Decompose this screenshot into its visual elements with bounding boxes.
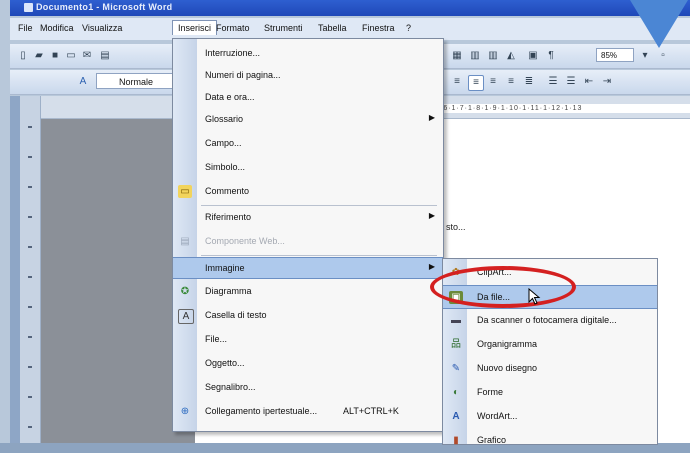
highlight-ellipse: [430, 266, 576, 308]
numbering-icon[interactable]: ☰: [546, 75, 560, 89]
shapes-icon: ◐: [452, 387, 460, 398]
insert-menu: Interruzione... Numeri di pagina... Data…: [172, 38, 444, 432]
save-icon[interactable]: ■: [48, 49, 62, 63]
styles-pane-icon[interactable]: A: [76, 75, 90, 89]
align-left-icon[interactable]: ≡: [450, 75, 464, 89]
menu-separator: [201, 255, 437, 256]
align-justify-icon[interactable]: ≡: [468, 75, 484, 91]
menu-item-simbolo[interactable]: Simbolo...: [173, 157, 443, 179]
bullets-icon[interactable]: ☰: [564, 75, 578, 89]
submenu-arrow-icon: ▶: [428, 262, 435, 271]
document-map-icon[interactable]: ▣: [526, 49, 540, 63]
menu-item-glossario[interactable]: Glossario ▶: [173, 109, 443, 131]
menu-item-campo[interactable]: Campo...: [173, 133, 443, 155]
permission-icon[interactable]: ▭: [64, 49, 78, 63]
scanner-icon: ▬: [451, 315, 461, 326]
menu-inserisci[interactable]: Inserisci: [172, 20, 218, 35]
menu-item-segnalibro[interactable]: Segnalibro...: [173, 377, 443, 399]
menu-separator: [201, 205, 437, 206]
menu-item-commento[interactable]: ▭ Commento: [173, 181, 443, 203]
menu-item-componente-web: ▤ Componente Web...: [173, 231, 443, 253]
menu-item-immagine[interactable]: Immagine ▶: [173, 257, 443, 279]
menu-strumenti[interactable]: Strumenti: [264, 23, 303, 33]
menu-item-casella-testo[interactable]: A Casella di testo: [173, 305, 443, 327]
chart-icon: ▮: [453, 435, 459, 446]
menu-item-diagramma[interactable]: ✪ Diagramma: [173, 281, 443, 303]
web-component-icon: ▤: [180, 236, 190, 247]
increase-indent-icon[interactable]: ⇥: [600, 75, 614, 89]
drawing-icon[interactable]: ◭: [504, 49, 518, 63]
diagram-icon: ✪: [180, 286, 190, 297]
document-text: sto...: [446, 222, 466, 232]
decrease-indent-icon[interactable]: ⇤: [582, 75, 596, 89]
menu-modifica[interactable]: Modifica: [40, 23, 74, 33]
mouse-pointer-icon: [528, 288, 541, 305]
hyperlink-icon: ⊕: [180, 406, 190, 417]
menu-item-riferimento[interactable]: Riferimento ▶: [173, 207, 443, 229]
menu-finestra[interactable]: Finestra: [362, 23, 395, 33]
menu-item-data-ora[interactable]: Data e ora...: [173, 87, 443, 109]
table-icon[interactable]: ▦: [450, 49, 464, 63]
print-icon[interactable]: ▤: [98, 49, 112, 63]
textbox-icon: A: [178, 309, 194, 324]
menu-help[interactable]: ?: [406, 23, 411, 33]
wordart-icon: A: [452, 411, 460, 422]
menu-file[interactable]: File: [18, 23, 33, 33]
align-right-icon[interactable]: ≡: [504, 75, 518, 89]
ruler-marks: ·6·1·7·1·8·1·9·1·10·1·11·1·12·1·13: [440, 104, 690, 113]
menu-tabella[interactable]: Tabella: [318, 23, 347, 33]
menu-item-file[interactable]: File...: [173, 329, 443, 351]
word-app-icon: [24, 3, 33, 12]
excel-icon[interactable]: ▥: [468, 49, 482, 63]
menu-formato[interactable]: Formato: [216, 23, 250, 33]
style-value: Normale: [119, 77, 154, 87]
line-spacing-icon[interactable]: ≣: [522, 75, 536, 89]
submenu-arrow-icon: ▶: [428, 113, 435, 122]
email-icon[interactable]: ✉: [80, 49, 94, 63]
left-window-edge: [10, 96, 20, 443]
menu-bar: File Modifica Visualizza Inserisci Forma…: [10, 18, 690, 40]
title-bar: Documento1 - Microsoft Word: [10, 0, 690, 16]
style-select[interactable]: Normale: [96, 73, 180, 89]
new-document-icon[interactable]: ▯: [16, 49, 30, 63]
submenu-item-nuovo-disegno[interactable]: ✎ Nuovo disegno: [443, 357, 657, 381]
submenu-item-wordart[interactable]: A WordArt...: [443, 405, 657, 429]
comment-icon: ▭: [178, 185, 192, 198]
vertical-ruler: [20, 96, 41, 443]
submenu-item-forme[interactable]: ◐ Forme: [443, 381, 657, 405]
menu-visualizza[interactable]: Visualizza: [82, 23, 122, 33]
submenu-item-grafico[interactable]: ▮ Grafico: [443, 429, 657, 453]
submenu-item-organigramma[interactable]: 品 Organigramma: [443, 333, 657, 357]
menu-shortcut: ALT+CTRL+K: [343, 406, 399, 416]
show-formatting-icon[interactable]: ¶: [544, 49, 558, 63]
down-arrow-annotation-icon: [630, 0, 688, 48]
org-chart-icon: 品: [451, 339, 461, 350]
align-center-icon[interactable]: ≡: [486, 75, 500, 89]
window-title: Documento1 - Microsoft Word: [36, 2, 173, 12]
menu-item-collegamento[interactable]: ⊕ Collegamento ipertestuale... ALT+CTRL+…: [173, 401, 443, 423]
menu-item-interruzione[interactable]: Interruzione...: [173, 43, 443, 65]
menu-item-numeri-pagina[interactable]: Numeri di pagina...: [173, 65, 443, 87]
menu-item-oggetto[interactable]: Oggetto...: [173, 353, 443, 375]
columns-icon[interactable]: ▥: [486, 49, 500, 63]
submenu-item-scanner[interactable]: ▬ Da scanner o fotocamera digitale...: [443, 309, 657, 333]
open-folder-icon[interactable]: ▰: [32, 49, 46, 63]
new-drawing-icon: ✎: [451, 363, 461, 374]
submenu-arrow-icon: ▶: [428, 211, 435, 220]
